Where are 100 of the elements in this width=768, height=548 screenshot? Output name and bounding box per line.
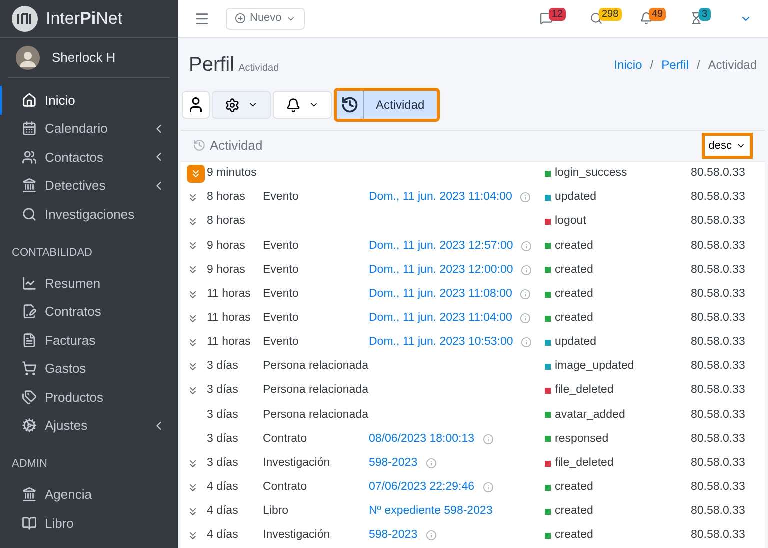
time-cell-text: 9 minutos bbox=[207, 166, 258, 182]
time-cell-text: 4 días bbox=[207, 480, 240, 496]
type-cell: Evento bbox=[263, 191, 299, 204]
time-cell-text: 3 días bbox=[207, 383, 240, 398]
sidebar-item[interactable]: Calendario bbox=[0, 114, 178, 143]
notifications-button[interactable] bbox=[273, 91, 332, 119]
ip-cell-text: 80.58.0.33 bbox=[691, 311, 746, 326]
search-icon bbox=[590, 12, 603, 25]
expand-toggle[interactable] bbox=[187, 240, 199, 252]
sidebar-item[interactable]: Libro bbox=[0, 509, 178, 538]
sidebar-item[interactable]: Gastos bbox=[0, 354, 178, 383]
sidebar-item[interactable]: Investigaciones bbox=[0, 200, 178, 228]
sidebar-item[interactable]: Ajustes bbox=[0, 412, 178, 440]
double-chevron-icon bbox=[187, 312, 199, 325]
type-cell: Libro bbox=[263, 505, 289, 518]
record-link[interactable]: 08/06/2023 18:00:13 bbox=[369, 430, 475, 448]
status-text: created bbox=[555, 528, 594, 544]
type-cell: Investigación bbox=[263, 529, 330, 542]
ip-cell-text: 80.58.0.33 bbox=[691, 190, 746, 206]
notification-button[interactable]: 49 bbox=[640, 8, 674, 30]
double-chevron-icon bbox=[187, 336, 199, 349]
new-button[interactable]: Nuevo bbox=[226, 8, 305, 30]
activity-tab[interactable]: Actividad bbox=[334, 88, 440, 122]
expand-toggle[interactable] bbox=[187, 336, 199, 349]
notification-button[interactable]: 12 bbox=[540, 8, 574, 30]
count-badge: 298 bbox=[599, 8, 622, 20]
breadcrumb-link[interactable]: Perfil bbox=[662, 56, 689, 74]
ip-cell-text: 80.58.0.33 bbox=[691, 408, 746, 423]
ip-cell-text: 80.58.0.33 bbox=[691, 432, 746, 447]
record-link[interactable]: Dom., 11 jun. 2023 12:57:00 bbox=[369, 238, 514, 255]
gears-icon bbox=[22, 418, 37, 434]
sort-select[interactable]: desc bbox=[702, 132, 753, 159]
type-cell: Persona relacionada bbox=[263, 360, 368, 372]
notification-button[interactable]: 298 bbox=[590, 8, 624, 30]
sidebar-item[interactable]: Resumen bbox=[0, 269, 178, 298]
menu-button[interactable] bbox=[194, 10, 210, 26]
expand-toggle[interactable] bbox=[187, 458, 199, 470]
time-cell-text: 11 horas bbox=[207, 311, 252, 326]
expand-toggle[interactable] bbox=[187, 482, 199, 494]
sidebar-item[interactable]: Contratos bbox=[0, 298, 178, 326]
time-cell-text: 3 días bbox=[207, 432, 240, 447]
expand-toggle[interactable] bbox=[187, 192, 199, 204]
profile-button[interactable] bbox=[182, 91, 210, 119]
status-text: login_success bbox=[555, 166, 628, 182]
time-cell-text: 8 horas bbox=[207, 190, 246, 206]
users-icon bbox=[22, 150, 37, 165]
status-text: created bbox=[555, 262, 594, 278]
sidebar-item[interactable]: Inicio bbox=[0, 86, 178, 114]
status-text: logout bbox=[555, 214, 586, 230]
double-chevron-icon bbox=[190, 168, 202, 180]
double-chevron-icon bbox=[187, 506, 199, 518]
expand-toggle[interactable] bbox=[187, 288, 199, 301]
sidebar-item[interactable]: Detectives bbox=[0, 172, 178, 200]
bell-icon bbox=[640, 12, 653, 25]
record-link[interactable]: Dom., 11 jun. 2023 11:04:00 bbox=[369, 189, 512, 207]
expand-toggle[interactable] bbox=[187, 264, 199, 276]
status-text: created bbox=[555, 480, 594, 496]
record-link[interactable]: Dom., 11 jun. 2023 11:04:00 bbox=[369, 310, 512, 328]
type-cell: Investigación bbox=[263, 456, 330, 469]
expand-toggle[interactable] bbox=[187, 506, 199, 518]
tags-icon bbox=[22, 390, 37, 405]
expand-toggle[interactable] bbox=[187, 312, 199, 325]
time-cell-text: 9 horas bbox=[207, 262, 246, 278]
card-title: Actividad bbox=[210, 137, 263, 156]
double-chevron-icon bbox=[187, 385, 199, 398]
record-link[interactable]: 598-2023 bbox=[369, 527, 418, 545]
sidebar-item[interactable]: Contactos bbox=[0, 143, 178, 172]
expand-toggle[interactable] bbox=[187, 385, 199, 398]
ip-cell-text: 80.58.0.33 bbox=[691, 528, 746, 544]
expand-toggle[interactable] bbox=[187, 360, 199, 373]
settings-button[interactable] bbox=[212, 91, 271, 119]
record-link[interactable]: 598-2023 bbox=[369, 454, 418, 472]
record-link[interactable]: Dom., 11 jun. 2023 11:08:00 bbox=[369, 286, 512, 304]
expand-toggle[interactable] bbox=[187, 530, 199, 542]
sidebar-item[interactable]: Agencia bbox=[0, 480, 178, 509]
building-icon bbox=[22, 487, 37, 502]
record-link[interactable]: Dom., 11 jun. 2023 12:00:00 bbox=[369, 262, 514, 279]
expand-toggle[interactable] bbox=[187, 216, 199, 228]
time-cell-text: 3 días bbox=[207, 408, 240, 423]
type-cell: Contrato bbox=[263, 481, 308, 494]
breadcrumb-link[interactable]: Inicio bbox=[614, 56, 642, 74]
avatar bbox=[16, 46, 40, 70]
status-text: file_deleted bbox=[555, 383, 614, 398]
status-text: avatar_added bbox=[555, 408, 626, 423]
bell-icon bbox=[286, 98, 301, 112]
record-link[interactable]: Nº expediente 598-2023 bbox=[369, 503, 493, 520]
sidebar-item[interactable]: Facturas bbox=[0, 326, 178, 354]
status-text: image_updated bbox=[555, 359, 634, 374]
record-link[interactable]: 07/06/2023 22:29:46 bbox=[369, 479, 475, 496]
hourglass-icon bbox=[690, 12, 703, 25]
double-chevron-icon bbox=[187, 530, 199, 542]
record-link[interactable]: Dom., 11 jun. 2023 10:53:00 bbox=[369, 334, 514, 352]
status-text: file_deleted bbox=[555, 456, 614, 471]
sidebar-item[interactable]: Productos bbox=[0, 383, 178, 412]
expand-toggle[interactable] bbox=[187, 164, 205, 183]
ip-cell-text: 80.58.0.33 bbox=[691, 335, 746, 350]
ip-cell-text: 80.58.0.33 bbox=[691, 359, 746, 374]
cart-icon bbox=[22, 361, 37, 376]
notification-button[interactable]: 3 bbox=[690, 8, 724, 30]
time-cell-text: 11 horas bbox=[207, 335, 252, 350]
